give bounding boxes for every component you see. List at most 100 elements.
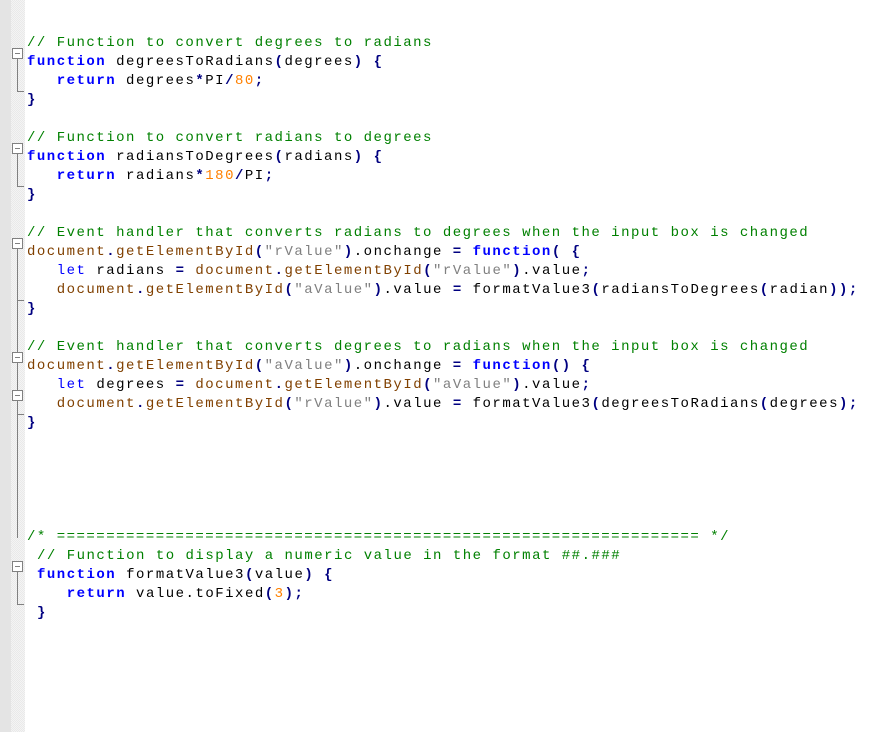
code-line[interactable] bbox=[27, 490, 859, 509]
fold-collapse-icon[interactable] bbox=[12, 561, 23, 572]
keyword-token: function bbox=[27, 149, 107, 165]
keyword-token: return bbox=[56, 168, 117, 184]
code-line[interactable]: return radians*180/PI; bbox=[27, 167, 859, 186]
operator-token: / bbox=[225, 73, 235, 89]
code-editor[interactable]: // Function to convert degrees to radian… bbox=[0, 0, 892, 732]
code-line[interactable]: function degreesToRadians(degrees) { bbox=[27, 53, 859, 72]
code-line[interactable]: let degrees = document.getElementById("a… bbox=[27, 376, 859, 395]
fold-end-marker bbox=[17, 300, 24, 301]
identifier-token: degrees bbox=[86, 377, 176, 393]
punctuation-token: { bbox=[581, 358, 592, 374]
identifier-token: PI bbox=[205, 73, 226, 89]
punctuation-token: ) bbox=[373, 282, 384, 298]
operator-token: * bbox=[195, 73, 206, 89]
punctuation-token: ; bbox=[581, 263, 592, 279]
keyword-token: function bbox=[27, 54, 107, 70]
fold-margin[interactable] bbox=[11, 0, 25, 732]
identifier-token bbox=[314, 567, 324, 583]
fold-collapse-icon[interactable] bbox=[12, 238, 23, 249]
punctuation-token: . bbox=[135, 282, 146, 298]
code-line[interactable]: } bbox=[27, 604, 859, 623]
code-line[interactable] bbox=[27, 319, 859, 338]
code-line[interactable] bbox=[27, 110, 859, 129]
identifier-token: .value bbox=[522, 263, 582, 279]
comment-token: // Event handler that converts radians t… bbox=[27, 225, 810, 241]
code-line[interactable] bbox=[27, 15, 859, 34]
code-line[interactable] bbox=[27, 433, 859, 452]
code-line[interactable] bbox=[27, 205, 859, 224]
punctuation-token: } bbox=[27, 301, 37, 317]
object-token: getElementById bbox=[116, 244, 255, 260]
object-token: getElementById bbox=[284, 377, 424, 393]
operator-token: = bbox=[175, 377, 186, 393]
code-line[interactable]: /* =====================================… bbox=[27, 528, 859, 547]
code-line[interactable]: document.getElementById("rValue").value … bbox=[27, 395, 859, 414]
fold-collapse-icon[interactable] bbox=[12, 48, 23, 59]
identifier-token bbox=[27, 263, 57, 279]
punctuation-token: . bbox=[274, 377, 285, 393]
identifier-token: degrees bbox=[769, 396, 839, 412]
object-token: getElementById bbox=[284, 263, 424, 279]
code-text-area[interactable]: // Function to convert degrees to radian… bbox=[27, 15, 859, 623]
identifier-token: radians bbox=[116, 168, 196, 184]
code-line[interactable]: document.getElementById("aValue").onchan… bbox=[27, 357, 859, 376]
punctuation-token: ) bbox=[512, 263, 523, 279]
code-line[interactable]: // Event handler that converts degrees t… bbox=[27, 338, 859, 357]
number-token: 180 bbox=[205, 168, 235, 184]
code-line[interactable]: } bbox=[27, 91, 859, 110]
identifier-token: .value bbox=[383, 396, 453, 412]
code-line[interactable]: } bbox=[27, 186, 859, 205]
identifier-token: .value bbox=[522, 377, 582, 393]
code-line[interactable]: // Event handler that converts radians t… bbox=[27, 224, 859, 243]
code-line[interactable]: // Function to convert radians to degree… bbox=[27, 129, 859, 148]
identifier-token bbox=[572, 358, 582, 374]
code-line[interactable]: // Function to display a numeric value i… bbox=[27, 547, 859, 566]
identifier-token: formatValue3 bbox=[462, 396, 592, 412]
punctuation-token: ( bbox=[591, 282, 602, 298]
comment-token: /* =====================================… bbox=[27, 529, 730, 545]
punctuation-token: ( bbox=[423, 377, 434, 393]
keyword-token: return bbox=[66, 586, 127, 602]
code-line[interactable]: // Function to convert degrees to radian… bbox=[27, 34, 859, 53]
code-line[interactable] bbox=[27, 509, 859, 528]
fold-collapse-icon[interactable] bbox=[12, 143, 23, 154]
code-line[interactable]: } bbox=[27, 300, 859, 319]
punctuation-token: ( bbox=[274, 149, 285, 165]
object-token: getElementById bbox=[116, 358, 255, 374]
fold-end-marker bbox=[17, 186, 24, 187]
identifier-token: .onchange bbox=[353, 244, 453, 260]
punctuation-token: { bbox=[373, 149, 384, 165]
identifier-token: .onchange bbox=[353, 358, 453, 374]
code-line[interactable]: return degrees*PI/80; bbox=[27, 72, 859, 91]
punctuation-token: ) bbox=[343, 244, 354, 260]
code-line[interactable]: document.getElementById("aValue").value … bbox=[27, 281, 859, 300]
identifier-token: radiansToDegrees bbox=[106, 149, 275, 165]
identifier-token bbox=[27, 73, 57, 89]
code-line[interactable]: return value.toFixed(3); bbox=[27, 585, 859, 604]
code-line[interactable]: let radians = document.getElementById("r… bbox=[27, 262, 859, 281]
operator-token: * bbox=[195, 168, 206, 184]
identifier-token bbox=[185, 377, 195, 393]
string-token: "aValue" bbox=[294, 282, 374, 298]
code-line[interactable]: function radiansToDegrees(radians) { bbox=[27, 148, 859, 167]
operator-token: = bbox=[175, 263, 186, 279]
identifier-token: radiansToDegrees bbox=[601, 282, 760, 298]
punctuation-token: ( bbox=[264, 586, 275, 602]
punctuation-token: ( bbox=[274, 54, 285, 70]
punctuation-token: () bbox=[551, 358, 572, 374]
object-token: getElementById bbox=[145, 396, 285, 412]
code-line[interactable] bbox=[27, 452, 859, 471]
identifier-token: radians bbox=[284, 149, 354, 165]
punctuation-token: } bbox=[27, 415, 37, 431]
code-line[interactable]: document.getElementById("rValue").onchan… bbox=[27, 243, 859, 262]
code-line[interactable]: } bbox=[27, 414, 859, 433]
code-line[interactable] bbox=[27, 471, 859, 490]
code-line[interactable]: function formatValue3(value) { bbox=[27, 566, 859, 585]
punctuation-token: ( bbox=[591, 396, 602, 412]
fold-collapse-icon[interactable] bbox=[12, 352, 23, 363]
punctuation-token: ) bbox=[512, 377, 523, 393]
keyword-token: let bbox=[56, 377, 87, 393]
fold-collapse-icon[interactable] bbox=[12, 390, 23, 401]
string-token: "rValue" bbox=[294, 396, 374, 412]
keyword-token: function bbox=[472, 358, 552, 374]
